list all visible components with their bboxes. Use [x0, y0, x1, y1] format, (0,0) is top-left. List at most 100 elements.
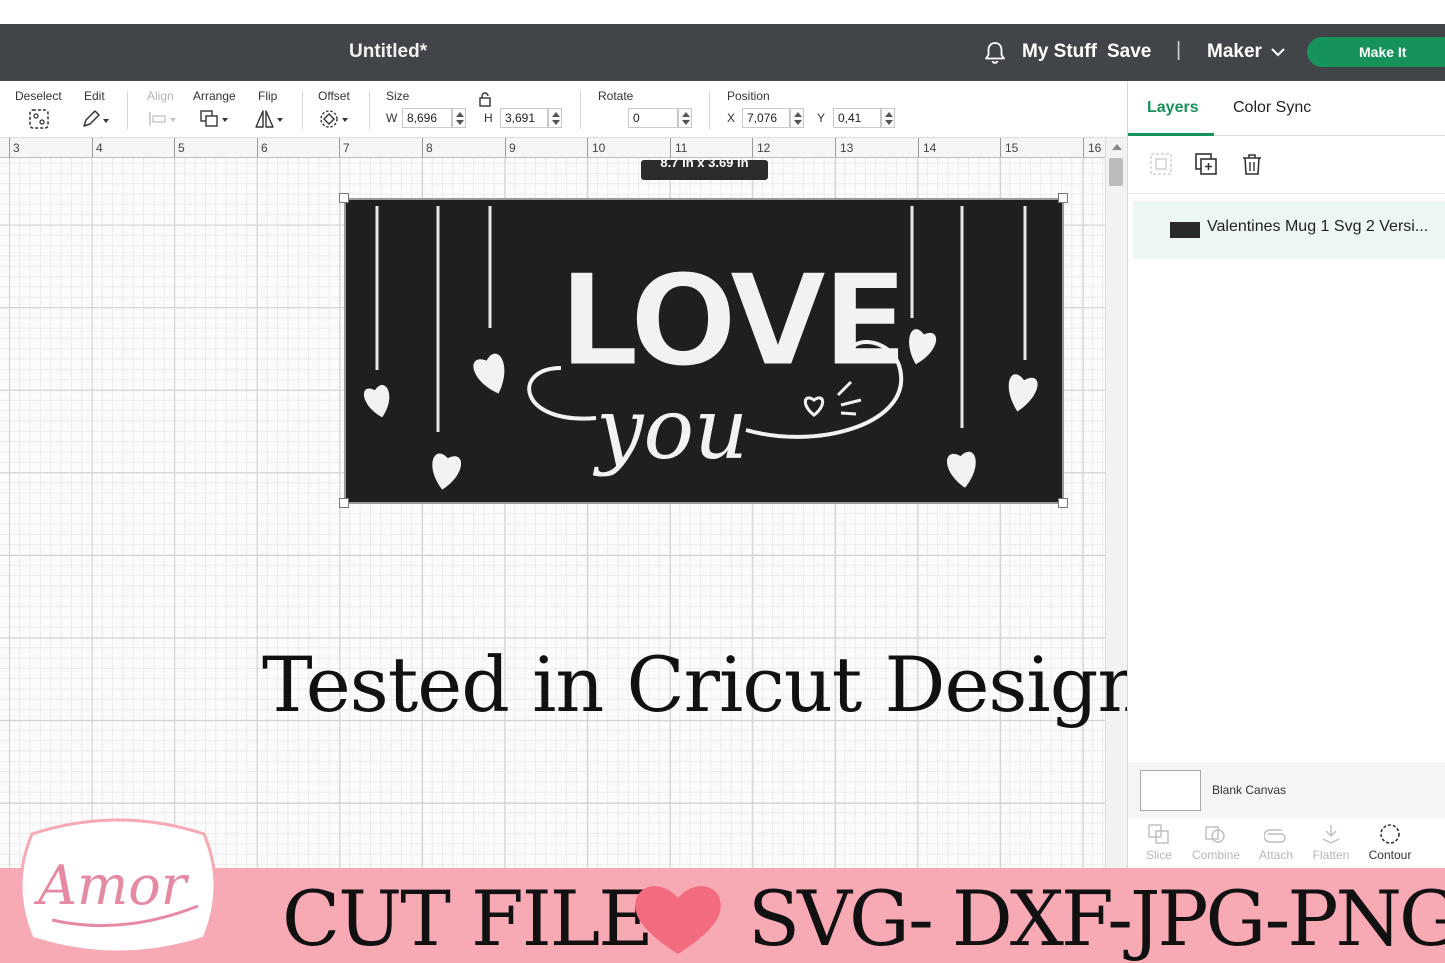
ruler-tick	[752, 138, 753, 157]
y-label: Y	[817, 111, 826, 125]
y-stepper[interactable]	[881, 108, 895, 128]
deselect-icon[interactable]	[28, 108, 50, 130]
ruler-number: 16	[1088, 141, 1102, 155]
make-it-button[interactable]: Make It	[1307, 37, 1445, 67]
ruler-number: 6	[261, 141, 268, 155]
pencil-icon[interactable]	[81, 108, 111, 130]
ruler-tick	[174, 138, 175, 157]
design-you-text: you	[592, 380, 748, 478]
deselect-label: Deselect	[15, 89, 62, 103]
rotate-label: Rotate	[598, 89, 634, 103]
combine-button[interactable]: Combine	[1190, 823, 1242, 862]
tab-color-sync[interactable]: Color Sync	[1233, 99, 1311, 117]
file-formats-text: SVG- DXF-JPG-PNG	[748, 874, 1445, 963]
resize-handle-top-right[interactable]	[1058, 193, 1068, 203]
contour-icon	[1380, 824, 1400, 844]
flip-tool[interactable]: Flip	[255, 81, 283, 128]
x-input[interactable]: 7,076	[742, 108, 790, 128]
top-strip	[0, 0, 1445, 24]
ruler-tick	[587, 138, 588, 157]
arrange-tool[interactable]: Arrange	[193, 81, 236, 127]
logo-text: Amor	[33, 854, 190, 917]
ruler-number: 11	[675, 141, 688, 155]
selected-design[interactable]: LOVE you	[344, 198, 1064, 504]
attach-button[interactable]: Attach	[1258, 823, 1294, 862]
rotate-stepper[interactable]	[678, 108, 692, 128]
height-stepper[interactable]	[548, 108, 562, 128]
offset-icon[interactable]	[318, 108, 352, 130]
tab-layers[interactable]: Layers	[1147, 99, 1199, 117]
position-tool: Position	[727, 81, 770, 103]
chevron-down-icon[interactable]	[1270, 44, 1286, 60]
duplicate-icon[interactable]	[1193, 151, 1219, 177]
align-icon[interactable]	[147, 108, 179, 130]
ruler-tick	[918, 138, 919, 157]
flatten-icon	[1322, 825, 1340, 844]
resize-handle-top-left[interactable]	[339, 193, 349, 203]
size-tool: Size	[386, 81, 409, 103]
love-you-artwork: LOVE you	[363, 206, 1038, 490]
dimensions-text: 8.7 in x 3.69 in	[660, 160, 749, 170]
ruler-number: 13	[840, 141, 854, 155]
deselect-tool[interactable]: Deselect	[15, 81, 62, 129]
cut-file-text: CUT FILE	[282, 874, 654, 963]
contour-button[interactable]: Contour	[1366, 823, 1414, 862]
scroll-up-arrow[interactable]	[1112, 144, 1122, 150]
design-love-text: LOVE	[558, 247, 903, 396]
align-tool[interactable]: Align	[147, 81, 176, 126]
resize-handle-bottom-right[interactable]	[1058, 498, 1068, 508]
combine-icon	[1205, 826, 1225, 843]
vertical-scrollbar[interactable]	[1105, 138, 1127, 868]
offset-tool[interactable]: Offset	[318, 81, 350, 128]
rotate-tool: Rotate	[598, 81, 633, 103]
blank-canvas-row[interactable]: Blank Canvas	[1128, 762, 1445, 818]
ruler-number: 8	[426, 141, 433, 155]
active-tab-indicator	[1128, 133, 1214, 136]
lock-icon[interactable]	[477, 91, 493, 107]
scrollbar-thumb[interactable]	[1109, 158, 1123, 186]
flip-label: Flip	[258, 89, 278, 103]
toolbar-divider	[302, 91, 303, 129]
layer-item[interactable]: Valentines Mug 1 Svg 2 Versi...	[1133, 201, 1445, 259]
ruler-tick	[257, 138, 258, 157]
ruler-number: 7	[343, 141, 350, 155]
canvas-swatch[interactable]	[1140, 770, 1201, 811]
flip-icon[interactable]	[253, 108, 287, 130]
edit-label: Edit	[84, 89, 105, 103]
height-input[interactable]: 3,691	[500, 108, 548, 128]
slice-icon	[1148, 824, 1169, 844]
heart-icon	[635, 886, 721, 954]
width-stepper[interactable]	[452, 108, 466, 128]
resize-handle-bottom-left[interactable]	[339, 498, 349, 508]
ruler-number: 3	[13, 141, 20, 155]
flatten-label: Flatten	[1312, 848, 1350, 862]
arrange-icon[interactable]	[199, 108, 233, 130]
x-stepper[interactable]	[790, 108, 804, 128]
document-title[interactable]: Untitled*	[349, 41, 427, 63]
trash-icon[interactable]	[1239, 151, 1265, 177]
rotate-input[interactable]: 0	[628, 108, 678, 128]
amor-logo: Amor	[19, 818, 217, 954]
ruler-number: 9	[509, 141, 516, 155]
group-icon[interactable]	[1148, 151, 1174, 177]
ruler-tick	[1083, 138, 1084, 157]
paperclip-icon	[1264, 829, 1286, 843]
save-button[interactable]: Save	[1107, 41, 1151, 63]
width-input[interactable]: 8,696	[402, 108, 452, 128]
my-stuff-link[interactable]: My Stuff	[1022, 41, 1097, 63]
bell-icon[interactable]	[983, 40, 1007, 66]
edit-tool[interactable]: Edit	[83, 81, 109, 127]
ruler-tick	[670, 138, 671, 157]
size-label: Size	[386, 89, 410, 103]
y-input[interactable]: 0,41	[833, 108, 881, 128]
layer-actions: Slice Combine Attach Flatten Contour	[1128, 821, 1445, 868]
machine-select[interactable]: Maker	[1207, 41, 1262, 63]
ruler-tick	[9, 138, 10, 157]
slice-button[interactable]: Slice	[1144, 823, 1174, 862]
ruler-number: 10	[592, 141, 606, 155]
toolbar-divider	[709, 91, 710, 129]
flatten-button[interactable]: Flatten	[1312, 823, 1350, 862]
layers-panel: Layers Color Sync Valentines Mug 1 Svg 2…	[1127, 81, 1445, 868]
height-label: H	[484, 111, 493, 125]
ruler-number: 12	[757, 141, 771, 155]
